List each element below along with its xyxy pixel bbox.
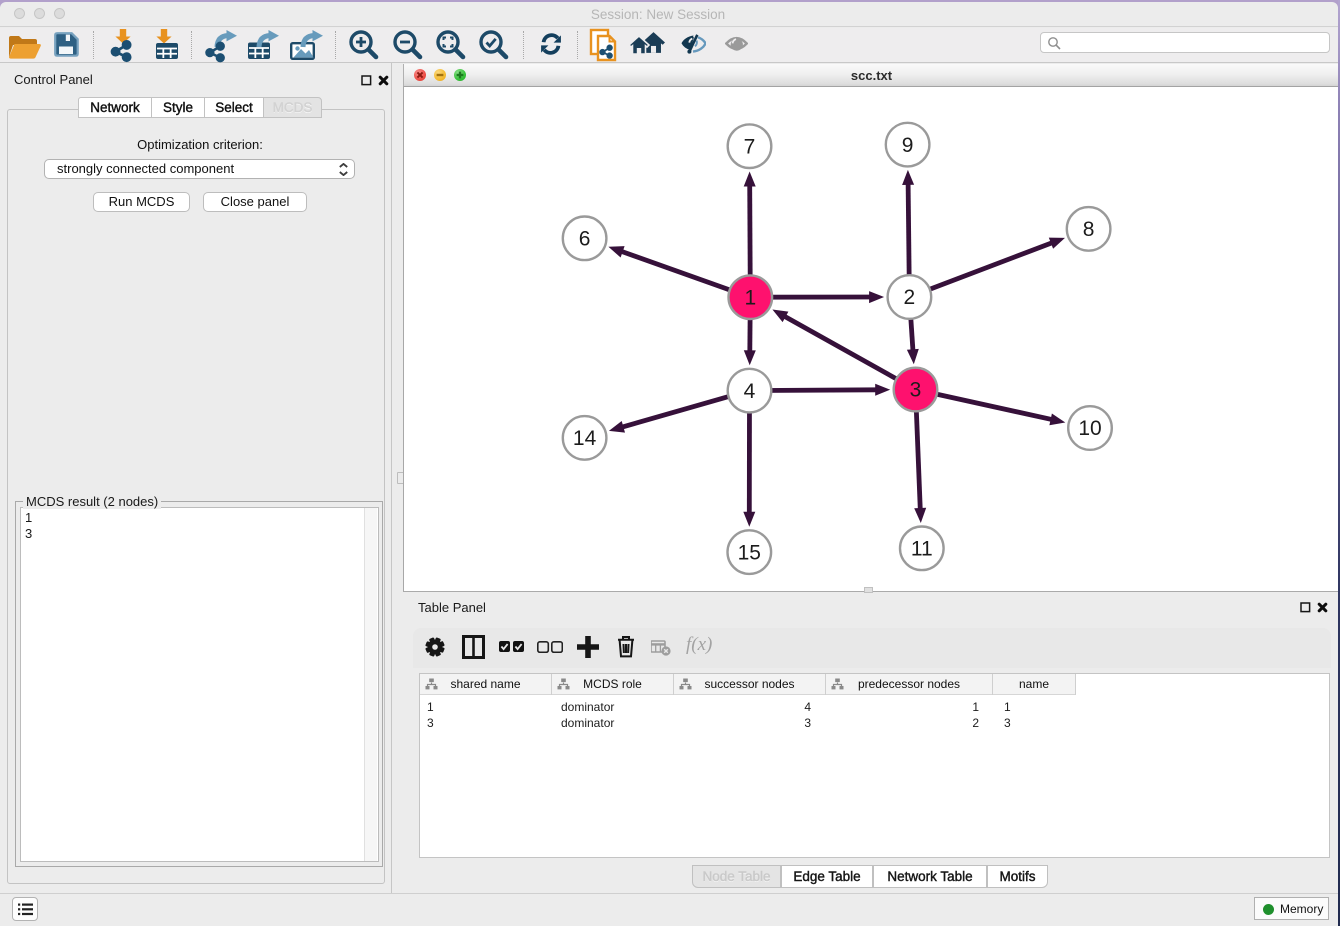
svg-text:11: 11 [911,538,933,561]
svg-text:9: 9 [902,134,914,157]
svg-text:15: 15 [738,541,761,564]
svg-text:6: 6 [579,228,591,251]
svg-text:1: 1 [744,286,756,309]
svg-text:3: 3 [910,379,922,402]
svg-text:2: 2 [904,286,916,309]
svg-text:14: 14 [573,427,597,450]
svg-text:4: 4 [744,380,756,403]
svg-text:8: 8 [1083,218,1095,241]
svg-text:10: 10 [1078,417,1101,440]
svg-text:7: 7 [744,135,756,158]
